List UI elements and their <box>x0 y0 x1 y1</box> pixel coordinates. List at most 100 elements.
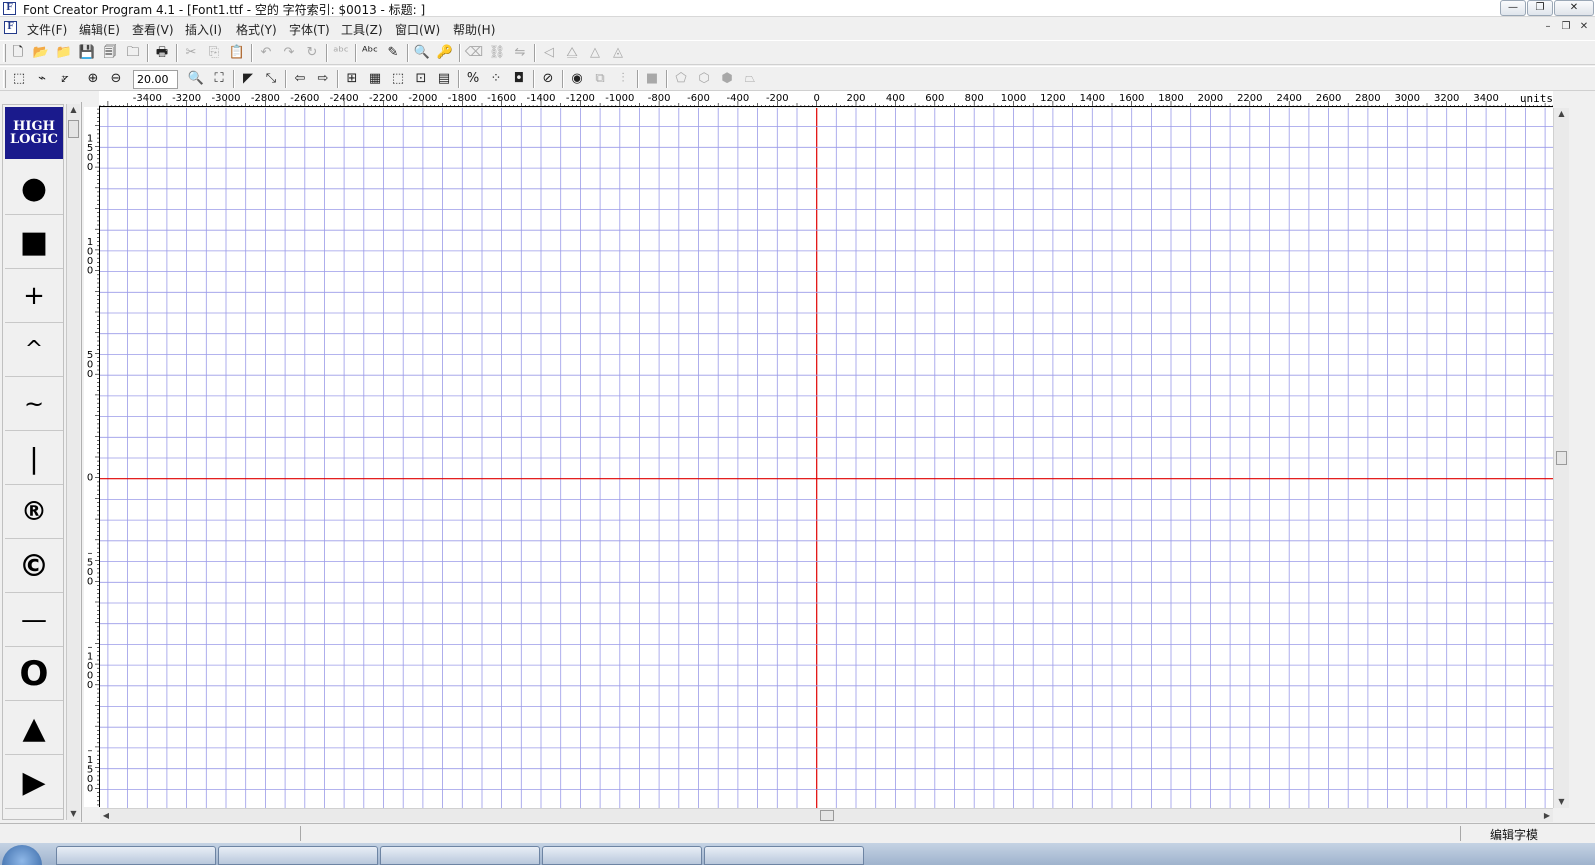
menu-view[interactable]: 查看(V) <box>132 21 174 38</box>
palette-glyph-cell[interactable]: ● <box>5 162 63 215</box>
lasso-icon[interactable]: ⌁ <box>32 70 52 89</box>
taskbar-button[interactable] <box>704 846 864 865</box>
hscroll-right-arrow-icon[interactable]: ▶ <box>1541 809 1553 822</box>
node-pointer-icon[interactable]: ⤡ <box>261 70 281 89</box>
hscroll-left-arrow-icon[interactable]: ◀ <box>100 809 112 822</box>
align-icon[interactable]: ⫶ <box>613 70 633 89</box>
palette-scroll-thumb[interactable] <box>68 120 79 138</box>
spell-icon[interactable]: ᴬᵇᶜ <box>360 44 380 63</box>
palette-glyph-cell[interactable]: + <box>5 270 63 323</box>
mdi-minimize-button[interactable]: – <box>1540 20 1556 35</box>
menu-tools[interactable]: 工具(Z) <box>341 21 383 38</box>
palette-glyph-cell[interactable]: © <box>5 540 63 593</box>
menu-font[interactable]: 字体(T) <box>289 21 330 38</box>
zoom-in-icon[interactable]: ⊕ <box>83 70 103 89</box>
palette-glyph-cell[interactable]: ■ <box>5 216 63 269</box>
palette-glyph-cell[interactable]: ▲ <box>5 702 63 755</box>
compass-icon[interactable]: ⊘ <box>538 70 558 89</box>
canvas-horizontal-scrollbar[interactable]: ◀ ▶ <box>100 808 1553 822</box>
key-icon[interactable]: 🔑 <box>435 44 455 63</box>
arrow-left-icon[interactable]: ⇦ <box>290 70 310 89</box>
combine-icon[interactable]: ⧉ <box>590 70 610 89</box>
pencil-icon[interactable]: ✎ <box>383 44 403 63</box>
arrow-right-icon[interactable]: ⇨ <box>313 70 333 89</box>
mdi-close-button[interactable]: ✕ <box>1576 20 1592 35</box>
palette-glyph-cell[interactable]: ^ <box>5 324 63 377</box>
palette-glyph-cell[interactable]: ® <box>5 486 63 539</box>
vscroll-thumb[interactable] <box>1556 451 1567 465</box>
print-icon[interactable]: 🖶 <box>152 44 172 63</box>
palette-scrollbar[interactable]: ▲ ▼ <box>66 104 80 820</box>
open-icon[interactable]: 📂 <box>31 44 51 63</box>
pointer-icon[interactable]: ◤ <box>238 70 258 89</box>
menu-window[interactable]: 窗口(W) <box>395 21 440 38</box>
skew-icon[interactable]: ◬ <box>608 44 628 63</box>
scroll-down-arrow-icon[interactable]: ▼ <box>67 808 80 820</box>
menu-help[interactable]: 帮助(H) <box>453 21 495 38</box>
menu-edit[interactable]: 编辑(E) <box>79 21 120 38</box>
measure-icon[interactable]: ⦫ <box>55 70 75 89</box>
menu-file[interactable]: 文件(F) <box>27 21 67 38</box>
paste-icon[interactable]: 📋 <box>227 44 247 63</box>
minimize-button[interactable]: — <box>1500 0 1526 16</box>
contour-d-icon[interactable]: ⏢ <box>740 70 760 89</box>
guides-icon[interactable]: ⬚ <box>388 70 408 89</box>
palette-glyph-cell[interactable]: O <box>5 648 63 701</box>
grid-red-icon[interactable]: ▦ <box>365 70 385 89</box>
metrics-icon[interactable]: ⊡ <box>411 70 431 89</box>
vscroll-down-arrow-icon[interactable]: ▼ <box>1554 796 1569 808</box>
contour-a-icon[interactable]: ⬠ <box>671 70 691 89</box>
menu-format[interactable]: 格式(Y) <box>236 21 277 38</box>
hints-icon[interactable]: ▤ <box>434 70 454 89</box>
taskbar-button[interactable] <box>56 846 216 865</box>
preview-icon[interactable]: 🔍 <box>412 44 432 63</box>
flip-left-icon[interactable]: ◁ <box>539 44 559 63</box>
palette-glyph-cell[interactable]: ▶ <box>5 756 63 809</box>
zoom-fit-icon[interactable]: ⛶ <box>209 70 229 89</box>
redo-icon[interactable]: ↷ <box>279 44 299 63</box>
grid-icon[interactable]: ⊞ <box>342 70 362 89</box>
percent-icon[interactable]: % <box>463 70 483 89</box>
scroll-up-arrow-icon[interactable]: ▲ <box>67 104 80 116</box>
menu-insert[interactable]: 插入(I) <box>185 21 222 38</box>
vscroll-up-arrow-icon[interactable]: ▲ <box>1554 108 1569 120</box>
copy-icon[interactable]: ⎘ <box>204 44 224 63</box>
taskbar-button[interactable] <box>218 846 378 865</box>
split-icon[interactable]: ⇋ <box>510 44 530 63</box>
zoom-icon[interactable]: 🔍 <box>186 70 206 89</box>
stop-icon[interactable]: ■ <box>642 70 662 89</box>
points-icon[interactable]: ⁘ <box>486 70 506 89</box>
toolbar-grip[interactable] <box>3 44 6 62</box>
glyph-canvas[interactable] <box>100 108 1553 808</box>
cut-icon[interactable]: ✂ <box>181 44 201 63</box>
hscroll-thumb[interactable] <box>820 810 834 821</box>
select-rect-icon[interactable]: ⬚ <box>9 70 29 89</box>
document-icon[interactable]: F <box>4 21 17 34</box>
taskbar-button[interactable] <box>380 846 540 865</box>
app-icon[interactable]: F <box>3 2 16 15</box>
refresh-icon[interactable]: ↻ <box>302 44 322 63</box>
eraser-icon[interactable]: ⌫ <box>464 44 484 63</box>
contour-b-icon[interactable]: ⬡ <box>694 70 714 89</box>
palette-glyph-cell[interactable]: — <box>5 594 63 647</box>
mirror-icon[interactable]: ⧋ <box>562 44 582 63</box>
zoom-out-icon[interactable]: ⊖ <box>106 70 126 89</box>
canvas-vertical-scrollbar[interactable]: ▲ ▼ <box>1553 108 1569 808</box>
save-icon[interactable]: 💾 <box>77 44 97 63</box>
start-orb-icon[interactable] <box>2 845 42 865</box>
link-icon[interactable]: ⛓ <box>487 44 507 63</box>
open-folder-icon[interactable]: 📁 <box>54 44 74 63</box>
toolbar-grip[interactable] <box>3 70 6 88</box>
zoom-level-input[interactable]: 20.00 <box>133 70 178 89</box>
abc-dim-icon[interactable]: ᵃᵇᶜ <box>331 44 351 63</box>
taskbar-button[interactable] <box>542 846 702 865</box>
palette-glyph-cell[interactable]: | <box>5 432 63 485</box>
palette-glyph-cell[interactable]: ~ <box>5 378 63 431</box>
undo-icon[interactable]: ↶ <box>256 44 276 63</box>
bounds-icon[interactable]: ◘ <box>509 70 529 89</box>
open-project-icon[interactable]: 🗀 <box>123 44 143 63</box>
contour-c-icon[interactable]: ⬢ <box>717 70 737 89</box>
save-all-icon[interactable]: 🗐 <box>100 44 120 63</box>
rotate-icon[interactable]: △ <box>585 44 605 63</box>
restore-button[interactable]: ❐ <box>1527 0 1553 16</box>
